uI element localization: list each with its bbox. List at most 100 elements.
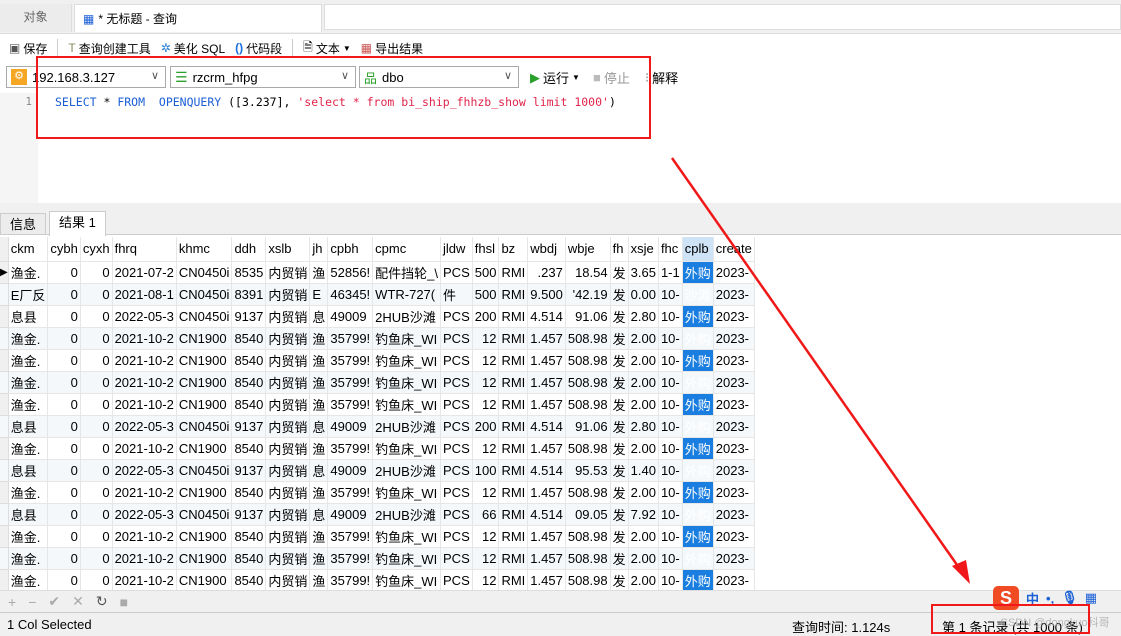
cell-jh[interactable]: 渔 xyxy=(309,547,329,570)
row-indicator[interactable]: ▶ xyxy=(0,261,9,284)
cell-khmc[interactable]: CN0450i xyxy=(176,415,233,438)
cell-bz[interactable]: RMI xyxy=(498,437,529,460)
cell-cybh[interactable]: 0 xyxy=(47,261,81,284)
cell-fh[interactable]: 发 xyxy=(610,569,629,592)
cell-cybh[interactable]: 0 xyxy=(47,569,81,592)
cell-wbdj[interactable]: 4.514 xyxy=(527,415,566,438)
cell-fhsl[interactable]: 100 xyxy=(472,459,500,482)
cell-khmc[interactable]: CN1900 xyxy=(176,393,233,416)
cell-fhsl[interactable]: 12 xyxy=(472,327,500,350)
table-row[interactable]: 息县 0 0 2022-05-3 CN0450i 9137 内贸销息 49009 2HUB沙滩 P… xyxy=(0,415,755,438)
cell-fhc[interactable]: 10- xyxy=(658,283,683,306)
cell-jh[interactable]: 渔 xyxy=(309,261,329,284)
stop-icon[interactable]: ■ xyxy=(120,594,128,610)
cell-wbje[interactable]: '42.19 xyxy=(565,283,611,306)
column-header-fhsl[interactable]: fhsl xyxy=(472,237,500,262)
cell-cpmc[interactable]: 钓鱼床_WI xyxy=(372,525,442,548)
cell-jh[interactable]: 渔 xyxy=(309,481,329,504)
column-header-cyxh[interactable]: cyxh xyxy=(80,237,113,262)
cell-create[interactable]: 2023- xyxy=(713,459,755,482)
cell-cpbh[interactable]: 35799! xyxy=(327,481,374,504)
cell-cpbh[interactable]: 49009 xyxy=(327,305,374,328)
cell-wbje[interactable]: 95.53 xyxy=(565,459,611,482)
cell-xsje[interactable]: 2.00 xyxy=(628,393,659,416)
cell-bz[interactable]: RMI xyxy=(498,305,529,328)
cell-wbdj[interactable]: 1.457 xyxy=(527,481,566,504)
cell-ddh[interactable]: 9137 xyxy=(231,305,267,328)
cell-xsje[interactable]: 2.80 xyxy=(628,415,659,438)
cell-fh[interactable]: 发 xyxy=(610,371,629,394)
beautify-sql-button[interactable]: ✲ 美化 SQL xyxy=(158,40,228,57)
cell-wbje[interactable]: 508.98 xyxy=(565,525,611,548)
cell-jldw[interactable]: PCS xyxy=(440,393,473,416)
cell-ddh[interactable]: 8540 xyxy=(231,547,267,570)
cell-jldw[interactable]: PCS xyxy=(440,371,473,394)
cell-fh[interactable]: 发 xyxy=(610,547,629,570)
row-indicator[interactable] xyxy=(0,349,9,372)
table-row[interactable]: 息县 0 0 2022-05-3 CN0450i 9137 内贸销息 49009 2HUB沙滩 P… xyxy=(0,305,755,328)
discard-icon[interactable]: ✕ xyxy=(72,593,84,610)
cell-cpbh[interactable]: 35799! xyxy=(327,349,374,372)
row-indicator[interactable] xyxy=(0,525,9,548)
cell-wbdj[interactable]: .237 xyxy=(527,261,566,284)
table-row[interactable]: 渔金.002021-10-2CN19008540内贸销渔35799!钓鱼床_WI… xyxy=(0,481,755,504)
cell-fh[interactable]: 发 xyxy=(610,349,629,372)
cell-cyxh[interactable]: 0 xyxy=(80,415,113,438)
cell-fh[interactable]: 发 xyxy=(610,261,629,284)
cell-wbdj[interactable]: 1.457 xyxy=(527,525,566,548)
cell-fhsl[interactable]: 12 xyxy=(472,525,500,548)
cell-ckm[interactable]: 渔金. xyxy=(8,393,49,416)
cell-cyxh[interactable]: 0 xyxy=(80,305,113,328)
cell-jldw[interactable]: PCS xyxy=(440,437,473,460)
cell-fhc[interactable]: 1-1 xyxy=(658,261,683,284)
cell-bz[interactable]: RMI xyxy=(498,349,529,372)
cell-bz[interactable]: RMI xyxy=(498,481,529,504)
cell-cpbh[interactable]: 35799! xyxy=(327,547,374,570)
cell-ddh[interactable]: 9137 xyxy=(231,415,267,438)
cell-ckm[interactable]: 渔金. xyxy=(8,481,49,504)
cell-cyxh[interactable]: 0 xyxy=(80,481,113,504)
cell-cplb[interactable]: 外购 xyxy=(682,503,714,526)
cell-cpmc[interactable]: 钓鱼床_WI xyxy=(372,481,442,504)
cell-fhc[interactable]: 10- xyxy=(658,415,683,438)
cell-jldw[interactable]: PCS xyxy=(440,349,473,372)
cell-jldw[interactable]: PCS xyxy=(440,459,473,482)
cell-cpbh[interactable]: 49009 xyxy=(327,503,374,526)
cell-wbdj[interactable]: 1.457 xyxy=(527,547,566,570)
cell-xsje[interactable]: 2.00 xyxy=(628,349,659,372)
cell-cplb[interactable]: 外购 xyxy=(682,547,714,570)
cell-cplb[interactable]: 外购 xyxy=(682,569,714,592)
cell-fhrq[interactable]: 2022-05-3 xyxy=(112,305,177,328)
cell-cpbh[interactable]: 35799! xyxy=(327,371,374,394)
cell-create[interactable]: 2023- xyxy=(713,327,755,350)
column-header-ckm[interactable]: ckm xyxy=(8,237,49,262)
cell-create[interactable]: 2023- xyxy=(713,525,755,548)
cell-jldw[interactable]: PCS xyxy=(440,305,473,328)
cell-fhrq[interactable]: 2021-10-2 xyxy=(112,569,177,592)
column-header-jh[interactable]: jh xyxy=(309,237,329,262)
add-row-icon[interactable]: + xyxy=(8,594,16,610)
cell-fhsl[interactable]: 12 xyxy=(472,437,500,460)
row-indicator[interactable] xyxy=(0,503,9,526)
cell-xsje[interactable]: 7.92 xyxy=(628,503,659,526)
cell-cyxh[interactable]: 0 xyxy=(80,371,113,394)
cell-cpmc[interactable]: 2HUB沙滩 xyxy=(372,503,442,526)
cell-cyxh[interactable]: 0 xyxy=(80,503,113,526)
cell-cpmc[interactable]: 2HUB沙滩 xyxy=(372,459,442,482)
cell-xsje[interactable]: 2.00 xyxy=(628,327,659,350)
cell-jldw[interactable]: PCS xyxy=(440,481,473,504)
row-indicator[interactable] xyxy=(0,547,9,570)
cell-khmc[interactable]: CN1900 xyxy=(176,371,233,394)
row-indicator[interactable] xyxy=(0,327,9,350)
cell-jh[interactable]: 渔 xyxy=(309,371,329,394)
cell-fhrq[interactable]: 2021-10-2 xyxy=(112,327,177,350)
cell-jh[interactable]: 息 xyxy=(309,415,329,438)
cell-cplb[interactable]: 外购 xyxy=(682,261,714,284)
cell-ddh[interactable]: 8540 xyxy=(231,371,267,394)
cell-ckm[interactable]: E厂反 xyxy=(8,283,49,306)
cell-ddh[interactable]: 8535 xyxy=(231,261,267,284)
cell-fhsl[interactable]: 200 xyxy=(472,305,500,328)
cell-cyxh[interactable]: 0 xyxy=(80,569,113,592)
cell-fhsl[interactable]: 12 xyxy=(472,547,500,570)
cell-xslb[interactable]: 内贸销 xyxy=(265,481,311,504)
